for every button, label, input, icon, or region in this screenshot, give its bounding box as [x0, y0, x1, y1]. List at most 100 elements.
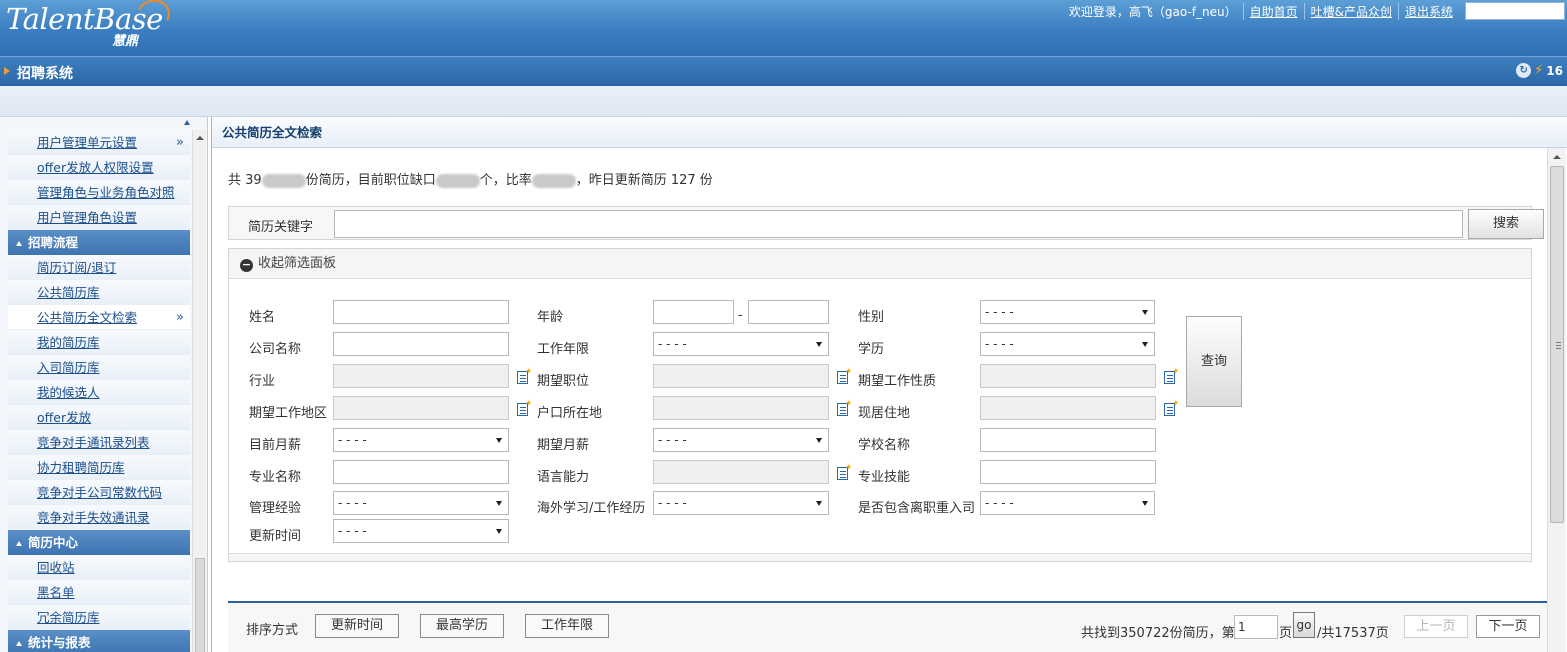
filter-toggle[interactable]: − 收起筛选面板 [229, 249, 1531, 279]
expected-salary-select[interactable]: - - - - [653, 428, 829, 452]
sidebar-category-resume-center[interactable]: 简历中心 [8, 530, 190, 555]
picker-icon[interactable]: ✦ [836, 463, 853, 481]
sidebar-item[interactable]: 管理角色与业务角色对照 [8, 180, 190, 205]
sort-bar: 排序方式 更新时间 最高学历 工作年限 共找到350722份简历，第 1 页 g… [228, 601, 1548, 652]
top-search-input[interactable] [1465, 2, 1565, 20]
sidebar-item[interactable]: 竞争对手失效通讯录 [8, 505, 190, 530]
sidebar-item[interactable]: 我的简历库 [8, 330, 190, 355]
field-label: 现居住地 [858, 406, 911, 421]
sort-work-years-button[interactable]: 工作年限 [525, 614, 609, 638]
sidebar-item[interactable]: offer发放 [8, 405, 190, 430]
picker-icon[interactable]: ✦ [1163, 399, 1180, 417]
major-input[interactable] [333, 460, 509, 484]
sidebar-item-active[interactable]: 公共简历全文检索» [8, 305, 190, 330]
field-label: 户口所在地 [537, 406, 603, 421]
field-label: 期望工作性质 [858, 374, 937, 389]
picker-icon[interactable]: ✦ [516, 399, 533, 417]
range-dash: - [738, 308, 743, 323]
current-salary-select[interactable]: - - - - [333, 428, 509, 452]
industry-input[interactable] [333, 364, 509, 388]
mgmt-exp-select[interactable]: - - - - [333, 491, 509, 515]
sidebar-item[interactable]: 简历订阅/退订 [8, 255, 190, 280]
scroll-up-icon[interactable] [196, 136, 204, 140]
grip-icon [1556, 342, 1561, 349]
update-time-select[interactable]: - - - - [333, 519, 509, 543]
minus-circle-icon: − [240, 258, 253, 272]
self-service-home-link[interactable]: 自助首页 [1242, 3, 1304, 20]
language-input[interactable] [653, 460, 829, 484]
collapse-icon [16, 641, 22, 646]
go-button[interactable]: go [1293, 612, 1315, 638]
sort-education-button[interactable]: 最高学历 [420, 614, 504, 638]
sidebar-item[interactable]: 竞争对手公司常数代码 [8, 480, 190, 505]
scrollbar-thumb[interactable] [1550, 166, 1564, 523]
sidebar-item[interactable]: 竞争对手通讯录列表 [8, 430, 190, 455]
expected-nature-input[interactable] [980, 364, 1156, 388]
sidebar-item[interactable]: 回收站 [8, 555, 190, 580]
result-count-text: 共找到350722份简历，第 [1081, 626, 1235, 641]
system-icons: ↻ ⚡ 16 [1516, 63, 1563, 78]
system-title: 招聘系统 [17, 66, 73, 82]
overseas-select[interactable]: - - - - [653, 491, 829, 515]
school-input[interactable] [980, 428, 1156, 452]
field-label: 期望月薪 [537, 438, 590, 453]
page-title: 公共简历全文检索 [212, 117, 1567, 148]
include-left-select[interactable]: - - - - [980, 491, 1155, 515]
refresh-icon[interactable]: ↻ [1516, 63, 1532, 78]
sidebar-category-recruit-process[interactable]: 招聘流程 [8, 230, 190, 255]
sidebar-list: 用户管理单元设置» offer发放人权限设置 管理角色与业务角色对照 用户管理角… [8, 130, 190, 652]
sidebar-item[interactable]: 用户管理角色设置 [8, 205, 190, 230]
picker-icon[interactable]: ✦ [516, 367, 533, 385]
field-label: 公司名称 [249, 342, 302, 357]
field-label: 期望职位 [537, 374, 590, 389]
residence-input[interactable] [980, 396, 1156, 420]
sidebar-item[interactable]: 入司简历库 [8, 355, 190, 380]
notification-icon[interactable]: ⚡ [1534, 63, 1543, 78]
gender-select[interactable]: - - - - [980, 300, 1155, 324]
search-button[interactable]: 搜索 [1468, 209, 1544, 239]
company-input[interactable] [333, 332, 509, 356]
name-input[interactable] [333, 300, 509, 324]
work-years-select[interactable]: - - - - [653, 332, 829, 356]
field-label: 管理经验 [249, 501, 302, 516]
sidebar-scrollbar[interactable] [192, 130, 206, 652]
sidebar-item[interactable]: 冗余简历库 [8, 605, 190, 630]
prev-page-button[interactable]: 上一页 [1404, 615, 1468, 638]
keyword-input[interactable] [334, 210, 1463, 238]
picker-icon[interactable]: ✦ [836, 367, 853, 385]
logout-link[interactable]: 退出系统 [1397, 3, 1459, 20]
field-label: 期望工作地区 [249, 406, 328, 421]
scroll-up-icon[interactable] [1553, 155, 1561, 159]
expected-area-input[interactable] [333, 396, 509, 420]
skill-input[interactable] [980, 460, 1156, 484]
sidebar-category-stats-reports[interactable]: 统计与报表 [8, 630, 190, 652]
masked-value [261, 173, 306, 188]
sidebar-item[interactable]: offer发放人权限设置 [8, 155, 190, 180]
main-scrollbar[interactable] [1547, 148, 1566, 652]
sidebar-item[interactable]: 协力租聘简历库 [8, 455, 190, 480]
sidebar-item[interactable]: 黑名单 [8, 580, 190, 605]
age-to-input[interactable] [748, 300, 829, 324]
top-header: TalentBase 慧鼎 欢迎登录，高飞（gao-f_neu） 自助首页 吐槽… [0, 0, 1567, 56]
next-page-button[interactable]: 下一页 [1476, 615, 1540, 638]
field-label: 更新时间 [249, 529, 302, 544]
sidebar: 用户管理单元设置» offer发放人权限设置 管理角色与业务角色对照 用户管理角… [0, 117, 208, 652]
page-number-input[interactable]: 1 [1234, 615, 1278, 639]
expected-position-input[interactable] [653, 364, 829, 388]
age-from-input[interactable] [653, 300, 734, 324]
sort-update-time-button[interactable]: 更新时间 [315, 614, 399, 638]
sidebar-item[interactable]: 我的候选人 [8, 380, 190, 405]
sidebar-item[interactable]: 用户管理单元设置» [8, 130, 190, 155]
education-select[interactable]: - - - - [980, 332, 1155, 356]
picker-icon[interactable]: ✦ [1163, 367, 1180, 385]
query-button[interactable]: 查询 [1186, 316, 1242, 407]
hukou-input[interactable] [653, 396, 829, 420]
collapse-up-icon[interactable] [184, 120, 190, 125]
toolbar-strip [0, 86, 1567, 117]
scrollbar-thumb[interactable] [195, 558, 205, 652]
collapse-icon [16, 541, 22, 546]
picker-icon[interactable]: ✦ [836, 399, 853, 417]
sidebar-item[interactable]: 公共简历库 [8, 280, 190, 305]
feedback-link[interactable]: 吐槽&产品众创 [1303, 3, 1398, 20]
page-unit-text: 页 [1279, 626, 1293, 641]
